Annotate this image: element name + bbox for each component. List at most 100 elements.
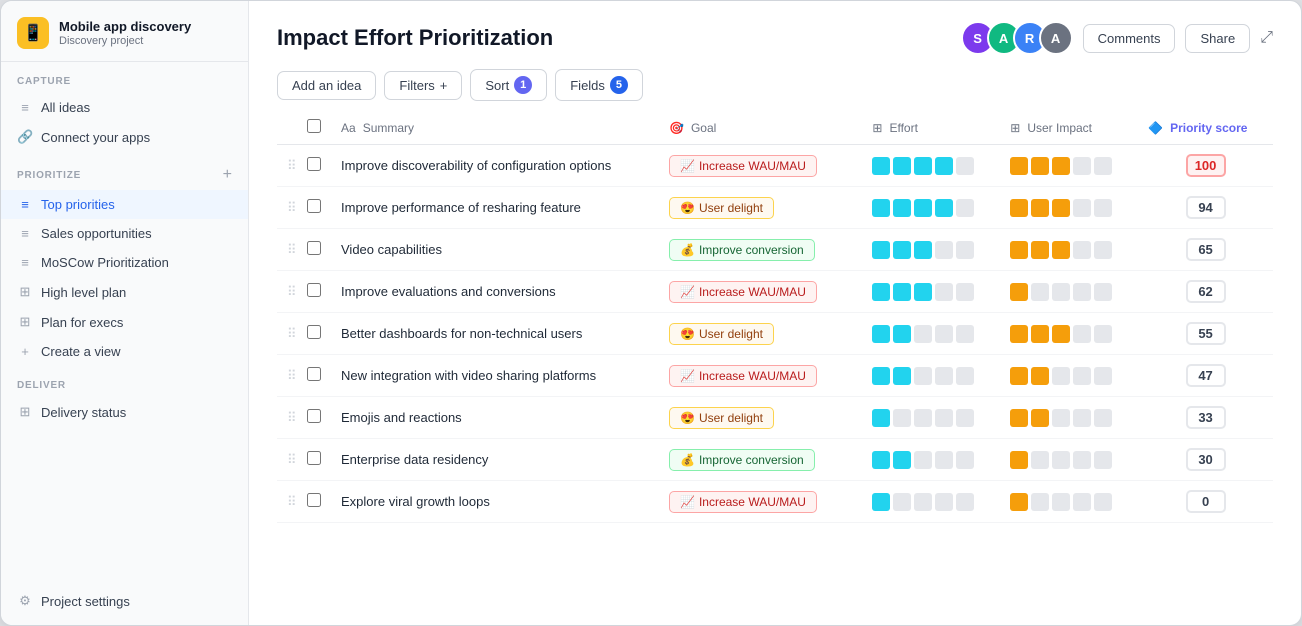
row-summary: Improve performance of resharing feature: [331, 187, 659, 229]
row-checkbox[interactable]: [307, 409, 321, 423]
row-effort: [862, 397, 1000, 439]
score-badge: 55: [1186, 322, 1226, 345]
row-effort: [862, 355, 1000, 397]
filters-label: Filters: [399, 78, 434, 93]
empty-square: [1094, 451, 1112, 469]
row-checkbox[interactable]: [307, 283, 321, 297]
col-checkbox: [297, 111, 331, 145]
goal-emoji: 📈: [680, 495, 695, 509]
row-checkbox[interactable]: [307, 157, 321, 171]
empty-square: [893, 409, 911, 427]
filters-button[interactable]: Filters +: [384, 71, 462, 100]
expand-button[interactable]: ⤢: [1260, 29, 1273, 47]
goal-label: User delight: [699, 411, 763, 425]
sidebar-item-sales-opportunities[interactable]: ≡ Sales opportunities: [1, 219, 248, 248]
goal-emoji: 😍: [680, 201, 695, 215]
row-summary: Enterprise data residency: [331, 439, 659, 481]
table-row: ⠿ Improve discoverability of configurati…: [277, 145, 1273, 187]
grid-icon: ⊞: [17, 314, 33, 330]
empty-square: [1094, 157, 1112, 175]
row-checkbox[interactable]: [307, 241, 321, 255]
sidebar-item-delivery-status[interactable]: ⊞ Delivery status: [1, 397, 248, 427]
filled-square: [1010, 409, 1028, 427]
empty-square: [1094, 493, 1112, 511]
share-button[interactable]: Share: [1185, 24, 1250, 53]
drag-handle[interactable]: ⠿: [277, 271, 297, 313]
drag-handle[interactable]: ⠿: [277, 187, 297, 229]
summary-col-icon: Aa: [341, 121, 356, 135]
filled-square: [872, 325, 890, 343]
drag-handle[interactable]: ⠿: [277, 355, 297, 397]
goal-col-icon: 🎯: [669, 121, 684, 135]
empty-square: [935, 451, 953, 469]
empty-square: [1052, 367, 1070, 385]
drag-handle[interactable]: ⠿: [277, 313, 297, 355]
sidebar-header: 📱 Mobile app discovery Discovery project: [1, 1, 248, 62]
filled-square: [872, 241, 890, 259]
row-checkbox-cell: [297, 439, 331, 481]
row-priority-score: 47: [1138, 355, 1273, 397]
select-all-checkbox[interactable]: [307, 119, 321, 133]
sort-label: Sort: [485, 78, 509, 93]
drag-handle[interactable]: ⠿: [277, 145, 297, 187]
empty-square: [1073, 325, 1091, 343]
filled-square: [1031, 367, 1049, 385]
row-checkbox[interactable]: [307, 199, 321, 213]
list-icon: ≡: [17, 197, 33, 212]
drag-handle[interactable]: ⠿: [277, 439, 297, 481]
row-priority-score: 0: [1138, 481, 1273, 523]
comments-button[interactable]: Comments: [1083, 24, 1176, 53]
filled-square: [893, 283, 911, 301]
drag-handle[interactable]: ⠿: [277, 397, 297, 439]
goal-label: User delight: [699, 201, 763, 215]
table-row: ⠿ Emojis and reactions 😍 User delight 33: [277, 397, 1273, 439]
sort-button[interactable]: Sort 1: [470, 69, 547, 101]
row-priority-score: 30: [1138, 439, 1273, 481]
drag-handle[interactable]: ⠿: [277, 481, 297, 523]
col-summary-header: AaSummary: [331, 111, 659, 145]
add-view-button[interactable]: +: [223, 166, 232, 184]
filled-square: [893, 367, 911, 385]
row-checkbox[interactable]: [307, 367, 321, 381]
filled-square: [914, 157, 932, 175]
filled-square: [872, 367, 890, 385]
add-idea-button[interactable]: Add an idea: [277, 71, 376, 100]
sidebar-item-project-settings[interactable]: ⚙ Project settings: [1, 586, 248, 625]
sidebar-item-label: Delivery status: [41, 405, 126, 420]
list-icon: ≡: [17, 255, 33, 270]
row-checkbox[interactable]: [307, 493, 321, 507]
table-row: ⠿ Explore viral growth loops 📈 Increase …: [277, 481, 1273, 523]
sidebar-item-label: MoSCow Prioritization: [41, 255, 169, 270]
sidebar-item-all-ideas[interactable]: ≡ All ideas: [1, 93, 248, 122]
table-row: ⠿ Improve performance of resharing featu…: [277, 187, 1273, 229]
row-summary: Explore viral growth loops: [331, 481, 659, 523]
row-impact: [1000, 397, 1138, 439]
empty-square: [1052, 451, 1070, 469]
fields-button[interactable]: Fields 5: [555, 69, 643, 101]
sidebar-item-create-view[interactable]: + Create a view: [1, 337, 248, 366]
sidebar-item-moscow[interactable]: ≡ MoSCow Prioritization: [1, 248, 248, 277]
sidebar-item-connect-apps[interactable]: 🔗 Connect your apps: [1, 122, 248, 152]
drag-handle[interactable]: ⠿: [277, 229, 297, 271]
goal-tag: 😍 User delight: [669, 407, 774, 429]
filled-square: [872, 409, 890, 427]
sidebar-item-high-level-plan[interactable]: ⊞ High level plan: [1, 277, 248, 307]
goal-label: Increase WAU/MAU: [699, 159, 806, 173]
row-goal: 📈 Increase WAU/MAU: [659, 355, 862, 397]
sidebar-item-label: Create a view: [41, 344, 120, 359]
toolbar: Add an idea Filters + Sort 1 Fields 5: [249, 55, 1301, 111]
row-checkbox[interactable]: [307, 451, 321, 465]
filled-square: [1010, 493, 1028, 511]
empty-square: [1073, 199, 1091, 217]
row-effort: [862, 229, 1000, 271]
filled-square: [1010, 283, 1028, 301]
empty-square: [914, 325, 932, 343]
row-checkbox[interactable]: [307, 325, 321, 339]
sidebar-item-plan-for-execs[interactable]: ⊞ Plan for execs: [1, 307, 248, 337]
empty-square: [956, 325, 974, 343]
row-effort: [862, 145, 1000, 187]
filled-square: [1031, 241, 1049, 259]
score-badge: 100: [1186, 154, 1226, 177]
goal-tag: 📈 Increase WAU/MAU: [669, 491, 817, 513]
sidebar-item-top-priorities[interactable]: ≡ Top priorities: [1, 190, 248, 219]
